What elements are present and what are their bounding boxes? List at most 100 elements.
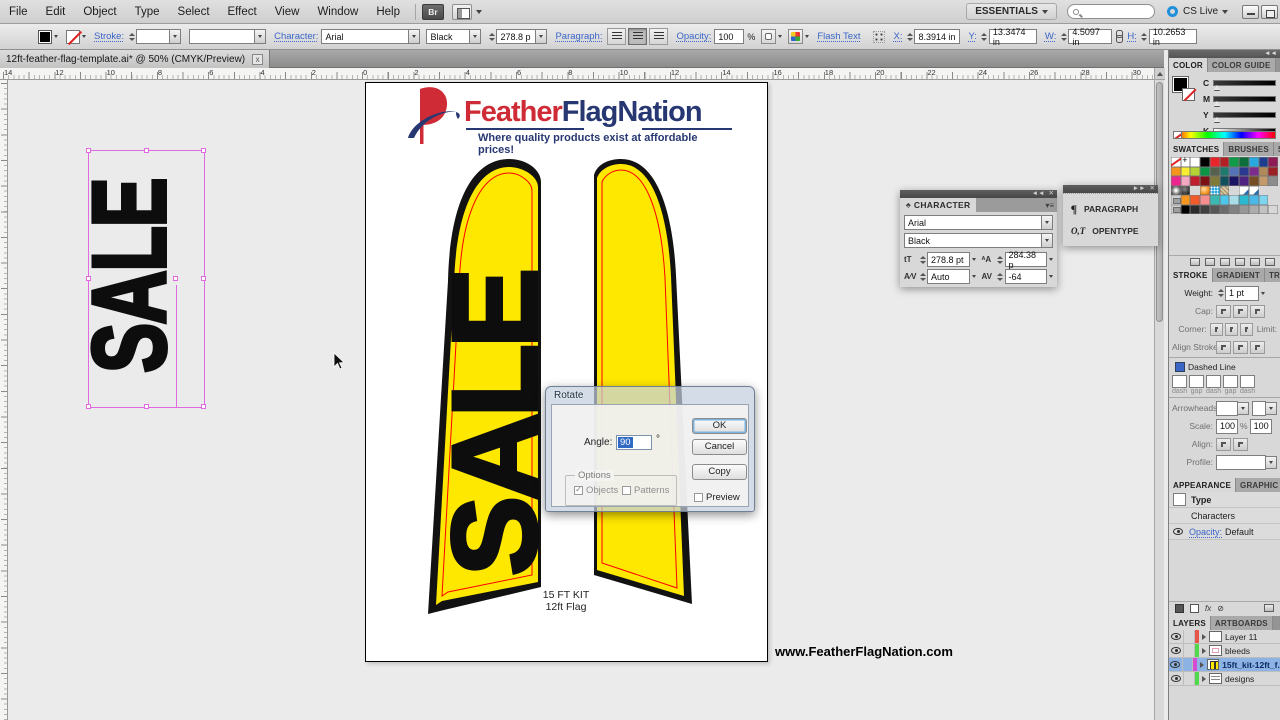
fill-color-swatch[interactable] bbox=[38, 30, 52, 44]
channel-y[interactable]: Y bbox=[1203, 108, 1276, 122]
stroke-weight-label[interactable]: Stroke: bbox=[94, 31, 124, 42]
swatch[interactable] bbox=[1239, 167, 1249, 177]
vertical-ruler[interactable] bbox=[0, 80, 8, 720]
paragraph-panel-button[interactable]: ¶ PARAGRAPH bbox=[1065, 198, 1156, 220]
new-color-group-icon[interactable] bbox=[1235, 258, 1245, 266]
menu-window[interactable]: Window bbox=[308, 0, 367, 23]
objects-checkbox[interactable] bbox=[574, 486, 583, 495]
align-inside-icon[interactable] bbox=[1233, 341, 1248, 354]
flag-sale-text[interactable]: SALE bbox=[443, 234, 555, 614]
restore-button[interactable] bbox=[1261, 5, 1278, 19]
swatch[interactable] bbox=[1181, 157, 1191, 167]
tab-color-color-guide[interactable]: COLOR GUIDE bbox=[1208, 58, 1276, 72]
menu-view[interactable]: View bbox=[266, 0, 309, 23]
swatch[interactable] bbox=[1220, 176, 1230, 186]
x-field[interactable]: 8.3914 in bbox=[914, 29, 960, 44]
appearance-row-opacity[interactable]: Opacity: Default bbox=[1169, 524, 1280, 540]
stroke-swatch[interactable] bbox=[1182, 88, 1195, 101]
swatch[interactable] bbox=[1220, 157, 1230, 167]
align-center-icon[interactable] bbox=[1216, 341, 1231, 354]
tab-stroke-stroke[interactable]: STROKE bbox=[1169, 268, 1213, 282]
swatch[interactable] bbox=[1181, 205, 1191, 215]
slider-marker[interactable] bbox=[1214, 117, 1220, 122]
swatch[interactable] bbox=[1220, 205, 1230, 215]
menu-help[interactable]: Help bbox=[367, 0, 409, 23]
swatch[interactable] bbox=[1239, 157, 1249, 167]
minimize-button[interactable] bbox=[1242, 5, 1259, 19]
swatch[interactable] bbox=[1259, 157, 1269, 167]
swatch[interactable] bbox=[1190, 186, 1200, 196]
patterns-checkbox[interactable] bbox=[622, 486, 631, 495]
appearance-opacity-link[interactable]: Opacity: bbox=[1189, 527, 1222, 537]
align-left-button[interactable] bbox=[607, 28, 626, 45]
tab-layers-layers[interactable]: LAYERS bbox=[1169, 616, 1211, 630]
artboard[interactable]: FeatherFlagNation Where quality products… bbox=[365, 82, 768, 662]
scale-end-field[interactable]: 100 bbox=[1250, 419, 1272, 434]
swatch[interactable] bbox=[1171, 186, 1181, 196]
swatch[interactable] bbox=[1268, 195, 1278, 205]
layer-name[interactable]: Layer 11 bbox=[1225, 632, 1257, 642]
char-tracking-stepper[interactable] bbox=[996, 269, 1005, 284]
new-stroke-icon[interactable] bbox=[1175, 604, 1184, 613]
char-font-field[interactable]: Arial bbox=[904, 215, 1042, 230]
menu-type[interactable]: Type bbox=[126, 0, 169, 23]
swatch[interactable] bbox=[1249, 167, 1259, 177]
disclosure-triangle-icon[interactable] bbox=[1202, 634, 1206, 640]
swatch[interactable] bbox=[1171, 167, 1181, 177]
font-size-dropdown[interactable] bbox=[536, 29, 547, 44]
font-family-dropdown[interactable] bbox=[409, 29, 420, 44]
char-size-stepper[interactable] bbox=[918, 252, 927, 267]
font-family-field[interactable]: Arial bbox=[321, 29, 409, 44]
swatch[interactable] bbox=[1229, 205, 1239, 215]
layer-visibility-toggle[interactable] bbox=[1169, 630, 1184, 643]
constrain-proportions-icon[interactable] bbox=[1114, 30, 1123, 44]
slider-marker[interactable] bbox=[1214, 101, 1220, 106]
arrowhead-start-dropdown[interactable] bbox=[1238, 402, 1249, 415]
tab-stroke-gradient[interactable]: GRADIENT bbox=[1213, 268, 1265, 282]
new-swatch-icon[interactable] bbox=[1250, 258, 1260, 266]
swatch[interactable] bbox=[1229, 157, 1239, 167]
recolor-artwork-icon[interactable] bbox=[788, 29, 803, 44]
layer-thumbnail[interactable] bbox=[1209, 673, 1222, 684]
swatch[interactable] bbox=[1200, 176, 1210, 186]
swatch[interactable] bbox=[1249, 176, 1259, 186]
swatch[interactable] bbox=[1210, 205, 1220, 215]
paragraph-label[interactable]: Paragraph: bbox=[555, 31, 602, 42]
tab-swatches-brushes[interactable]: BRUSHES bbox=[1224, 142, 1274, 156]
swatch[interactable] bbox=[1239, 205, 1249, 215]
dash-field[interactable] bbox=[1240, 375, 1255, 388]
arrowhead-start-field[interactable] bbox=[1216, 401, 1238, 416]
cap-butt-icon[interactable] bbox=[1216, 305, 1231, 318]
dock-collapse-bar[interactable]: ◄◄ bbox=[1169, 50, 1280, 58]
bridge-button[interactable]: Br bbox=[422, 4, 444, 20]
swatch[interactable] bbox=[1200, 195, 1210, 205]
selection-handle[interactable] bbox=[86, 276, 91, 281]
collapse-arrows-icon[interactable]: ◄◄ bbox=[1032, 191, 1045, 197]
opacity-mask-icon[interactable] bbox=[761, 29, 776, 44]
y-label[interactable]: Y: bbox=[968, 31, 976, 42]
channel-slider-y[interactable] bbox=[1213, 112, 1276, 118]
stroke-color-swatch[interactable] bbox=[66, 30, 80, 44]
angle-field[interactable]: 90 bbox=[616, 435, 652, 450]
swatch[interactable] bbox=[1200, 205, 1210, 215]
arrow-align-end-icon[interactable] bbox=[1233, 438, 1248, 451]
swatch[interactable] bbox=[1249, 157, 1259, 167]
selection-handle[interactable] bbox=[144, 404, 149, 409]
swatch[interactable] bbox=[1190, 167, 1200, 177]
close-icon[interactable]: ✕ bbox=[1150, 186, 1155, 192]
search-input[interactable] bbox=[1067, 4, 1155, 19]
swatch[interactable] bbox=[1181, 195, 1191, 205]
w-label[interactable]: W: bbox=[1045, 31, 1056, 42]
close-icon[interactable]: ✕ bbox=[1049, 191, 1054, 197]
layer-row-15ft-kit-12ft-f-[interactable]: 15ft_kit-12ft_f... bbox=[1169, 658, 1280, 672]
cap-projecting-icon[interactable] bbox=[1250, 305, 1265, 318]
char-leading-stepper[interactable] bbox=[996, 252, 1005, 267]
character-panel[interactable]: ◄◄✕ ⬘CHARACTER ▾≡ Arial Black tT 278.8 p… bbox=[900, 190, 1057, 287]
x-stepper[interactable] bbox=[905, 29, 914, 44]
tab-swatches-swatches[interactable]: SWATCHES bbox=[1169, 142, 1224, 156]
arrange-documents-caret[interactable] bbox=[476, 10, 482, 14]
swatch[interactable] bbox=[1220, 195, 1230, 205]
arrange-documents-icon[interactable] bbox=[452, 4, 472, 20]
tab-appearance-graphic-styles[interactable]: GRAPHIC STYLES bbox=[1236, 478, 1280, 492]
x-label[interactable]: X: bbox=[893, 31, 902, 42]
